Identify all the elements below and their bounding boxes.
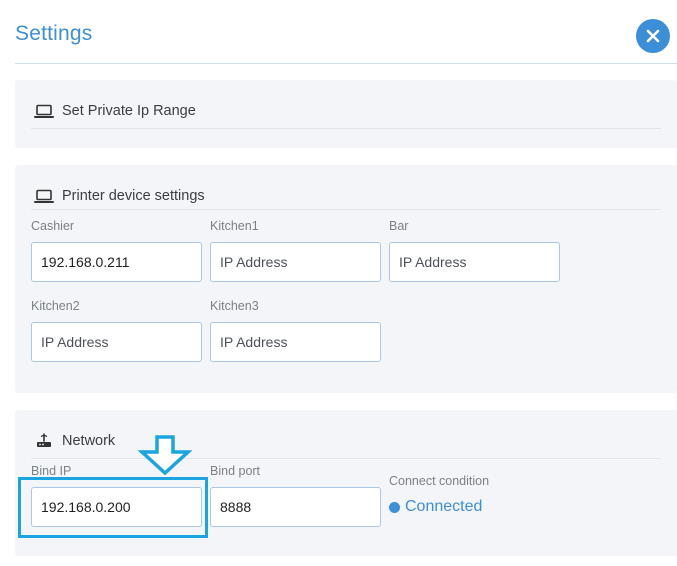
connection-status: Connected xyxy=(389,498,482,516)
bind-port-label: Bind port xyxy=(210,464,261,478)
printer-settings-header: Printer device settings xyxy=(34,188,205,204)
panel-divider xyxy=(31,128,661,129)
laptop-icon xyxy=(34,189,54,203)
cashier-ip-input[interactable] xyxy=(31,242,202,282)
kitchen3-label: Kitchen3 xyxy=(210,299,259,313)
router-icon xyxy=(37,433,51,447)
down-arrow-icon xyxy=(138,435,192,475)
bar-label: Bar xyxy=(389,219,409,233)
connection-status-text: Connected xyxy=(405,498,483,515)
kitchen1-label: Kitchen1 xyxy=(210,219,259,233)
network-title: Network xyxy=(62,433,116,449)
private-ip-title: Set Private Ip Range xyxy=(62,103,196,119)
close-button[interactable] xyxy=(636,19,670,53)
printer-settings-title: Printer device settings xyxy=(62,188,205,204)
kitchen2-ip-input[interactable] xyxy=(31,322,202,362)
bind-ip-label: Bind IP xyxy=(31,464,72,478)
close-icon xyxy=(646,29,660,43)
page-title: Settings xyxy=(15,22,93,45)
connect-condition-label: Connect condition xyxy=(389,474,490,488)
bar-ip-input[interactable] xyxy=(389,242,560,282)
panel-divider xyxy=(31,458,661,459)
cashier-label: Cashier xyxy=(31,219,75,233)
printer-settings-panel: Printer device settings Cashier Kitchen1… xyxy=(15,165,677,393)
private-ip-header[interactable]: Set Private Ip Range xyxy=(34,103,196,119)
bind-port-input[interactable] xyxy=(210,487,381,527)
kitchen3-ip-input[interactable] xyxy=(210,322,381,362)
private-ip-panel: Set Private Ip Range xyxy=(15,80,677,148)
kitchen2-label: Kitchen2 xyxy=(31,299,80,313)
header-divider xyxy=(15,63,677,64)
kitchen1-ip-input[interactable] xyxy=(210,242,381,282)
status-dot-icon xyxy=(389,501,400,513)
panel-divider xyxy=(31,209,661,210)
laptop-icon xyxy=(34,104,54,118)
highlight-box xyxy=(18,477,208,538)
network-header: Network xyxy=(34,433,115,449)
